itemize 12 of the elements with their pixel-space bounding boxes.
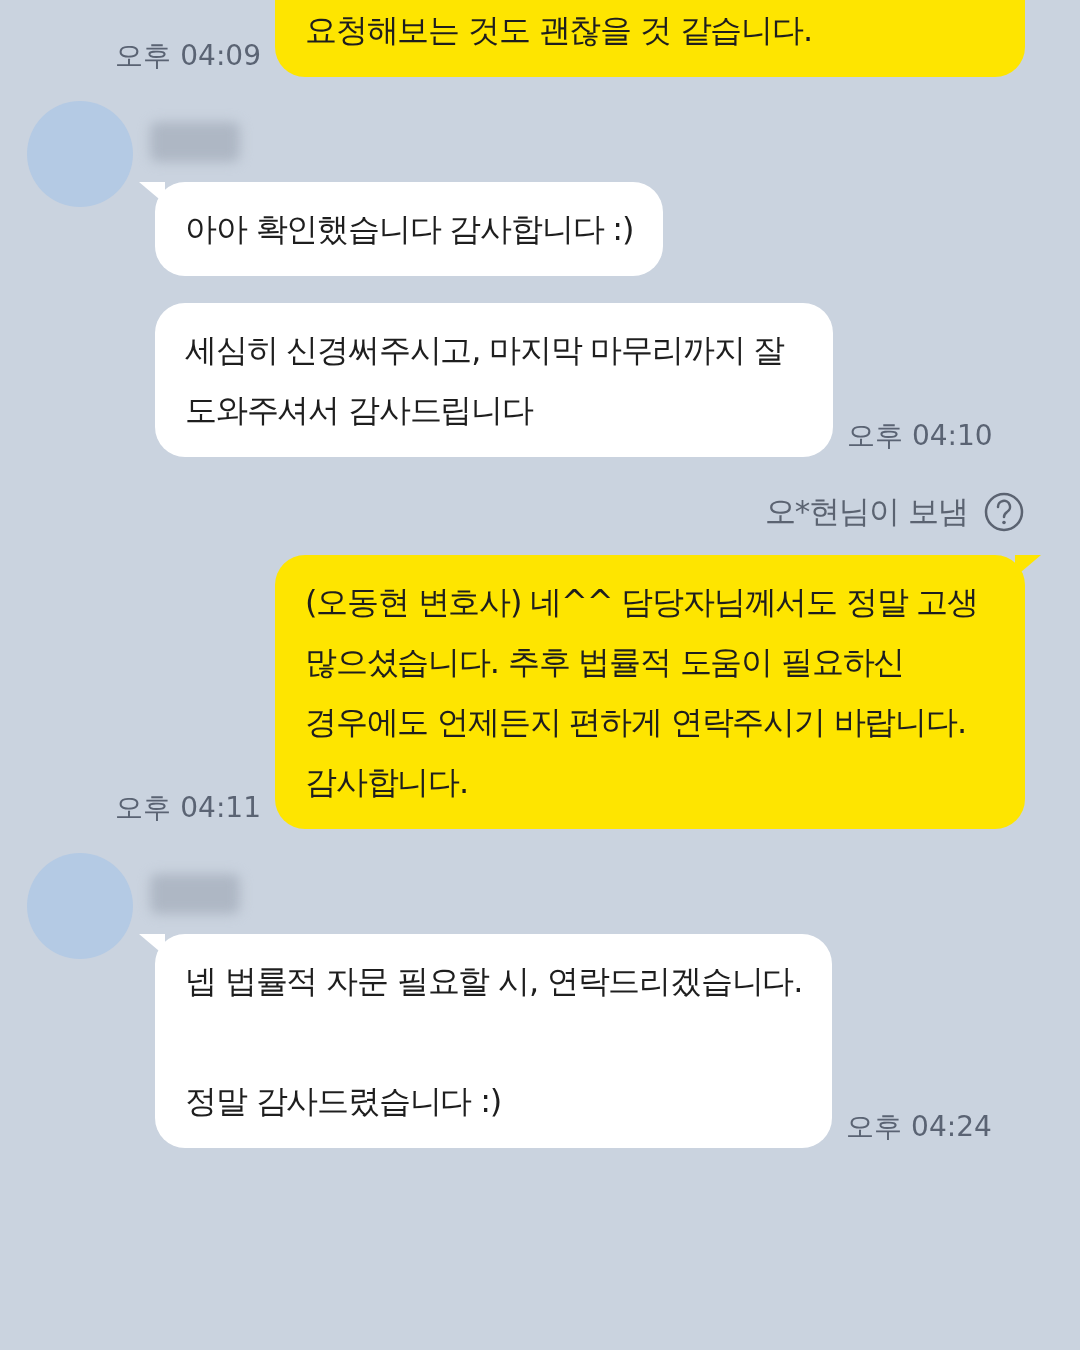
message-text: 정말 감사드렸습니다 :) bbox=[185, 1081, 502, 1122]
help-icon[interactable] bbox=[984, 492, 1024, 532]
message-text: 요청해보는 것도 괜찮을 것 같습니다. bbox=[305, 10, 813, 51]
message-time: 오후 04:10 bbox=[847, 418, 993, 454]
message-time: 오후 04:09 bbox=[115, 38, 261, 74]
message-text: (오동현 변호사) 네^^ 담당자님께서도 정말 고생 많으셨습니다. 추후 법률적 도움이 필요하신 경우에도 언제든지 편하게 연락주시기 바랍니다. 감사합니다. bbox=[305, 582, 980, 803]
message-text: 넵 법률적 자문 필요할 시, 연락드리겠습니다. bbox=[185, 961, 803, 1002]
message-text: 아아 확인했습니다 감사합니다 :) bbox=[185, 209, 634, 250]
sender-note: 오*현님이 보냄 bbox=[764, 492, 968, 531]
message-text: 세심히 신경써주시고, 마지막 마무리까지 잘 도와주셔서 감사드립니다 bbox=[185, 330, 786, 431]
message-time: 오후 04:24 bbox=[846, 1109, 992, 1145]
message-time: 오후 04:11 bbox=[115, 790, 261, 826]
